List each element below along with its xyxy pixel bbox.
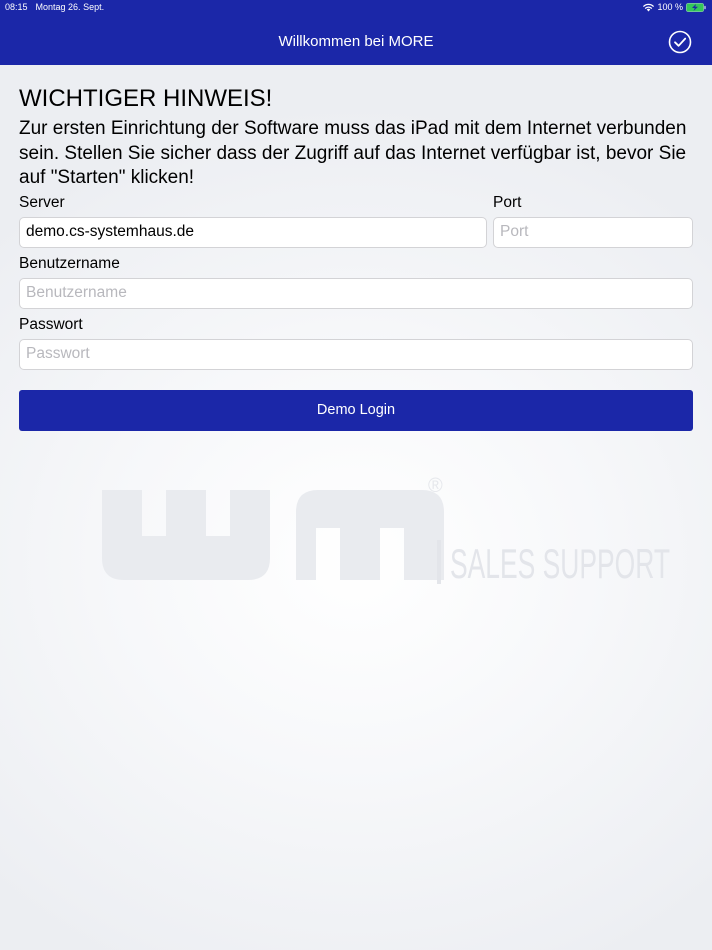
port-field: Port: [493, 193, 693, 248]
status-date: Montag 26. Sept.: [35, 2, 105, 12]
battery-percent: 100 %: [657, 2, 683, 12]
password-label: Passwort: [19, 315, 83, 333]
nav-bar: Willkommen bei MORE: [0, 14, 712, 65]
battery-charging-icon: [686, 2, 706, 12]
watermark-logo: ® SALES SUPPORT: [102, 475, 670, 587]
demo-login-button[interactable]: Demo Login: [19, 389, 693, 431]
port-label: Port: [493, 193, 522, 211]
server-input[interactable]: [19, 216, 487, 248]
notice-text: Zur ersten Einrichtung der Software muss…: [19, 118, 687, 188]
status-bar: 08:15 Montag 26. Sept. 100 %: [0, 0, 712, 14]
password-field: Passwort: [19, 315, 693, 370]
status-right: 100 %: [643, 0, 706, 14]
port-input[interactable]: [493, 216, 693, 248]
confirm-button[interactable]: [668, 30, 692, 54]
nav-title: Willkommen bei MORE: [278, 33, 434, 50]
main-content: WICHTIGER HINWEIS! Zur ersten Einrichtun…: [19, 84, 693, 431]
username-label: Benutzername: [19, 254, 120, 272]
password-input[interactable]: [19, 338, 693, 370]
watermark-tagline: SALES SUPPORT: [450, 540, 670, 587]
server-label: Server: [19, 193, 65, 211]
checkmark-circle-icon: [668, 30, 692, 54]
wifi-icon: [643, 3, 655, 11]
server-port-row: Server Port: [19, 193, 693, 248]
watermark-registered: ®: [428, 475, 443, 497]
server-field: Server: [19, 193, 487, 248]
notice-title: WICHTIGER HINWEIS!: [19, 85, 273, 112]
status-left: 08:15 Montag 26. Sept.: [5, 0, 104, 14]
username-field: Benutzername: [19, 254, 693, 309]
username-input[interactable]: [19, 277, 693, 309]
status-time: 08:15: [5, 2, 28, 12]
